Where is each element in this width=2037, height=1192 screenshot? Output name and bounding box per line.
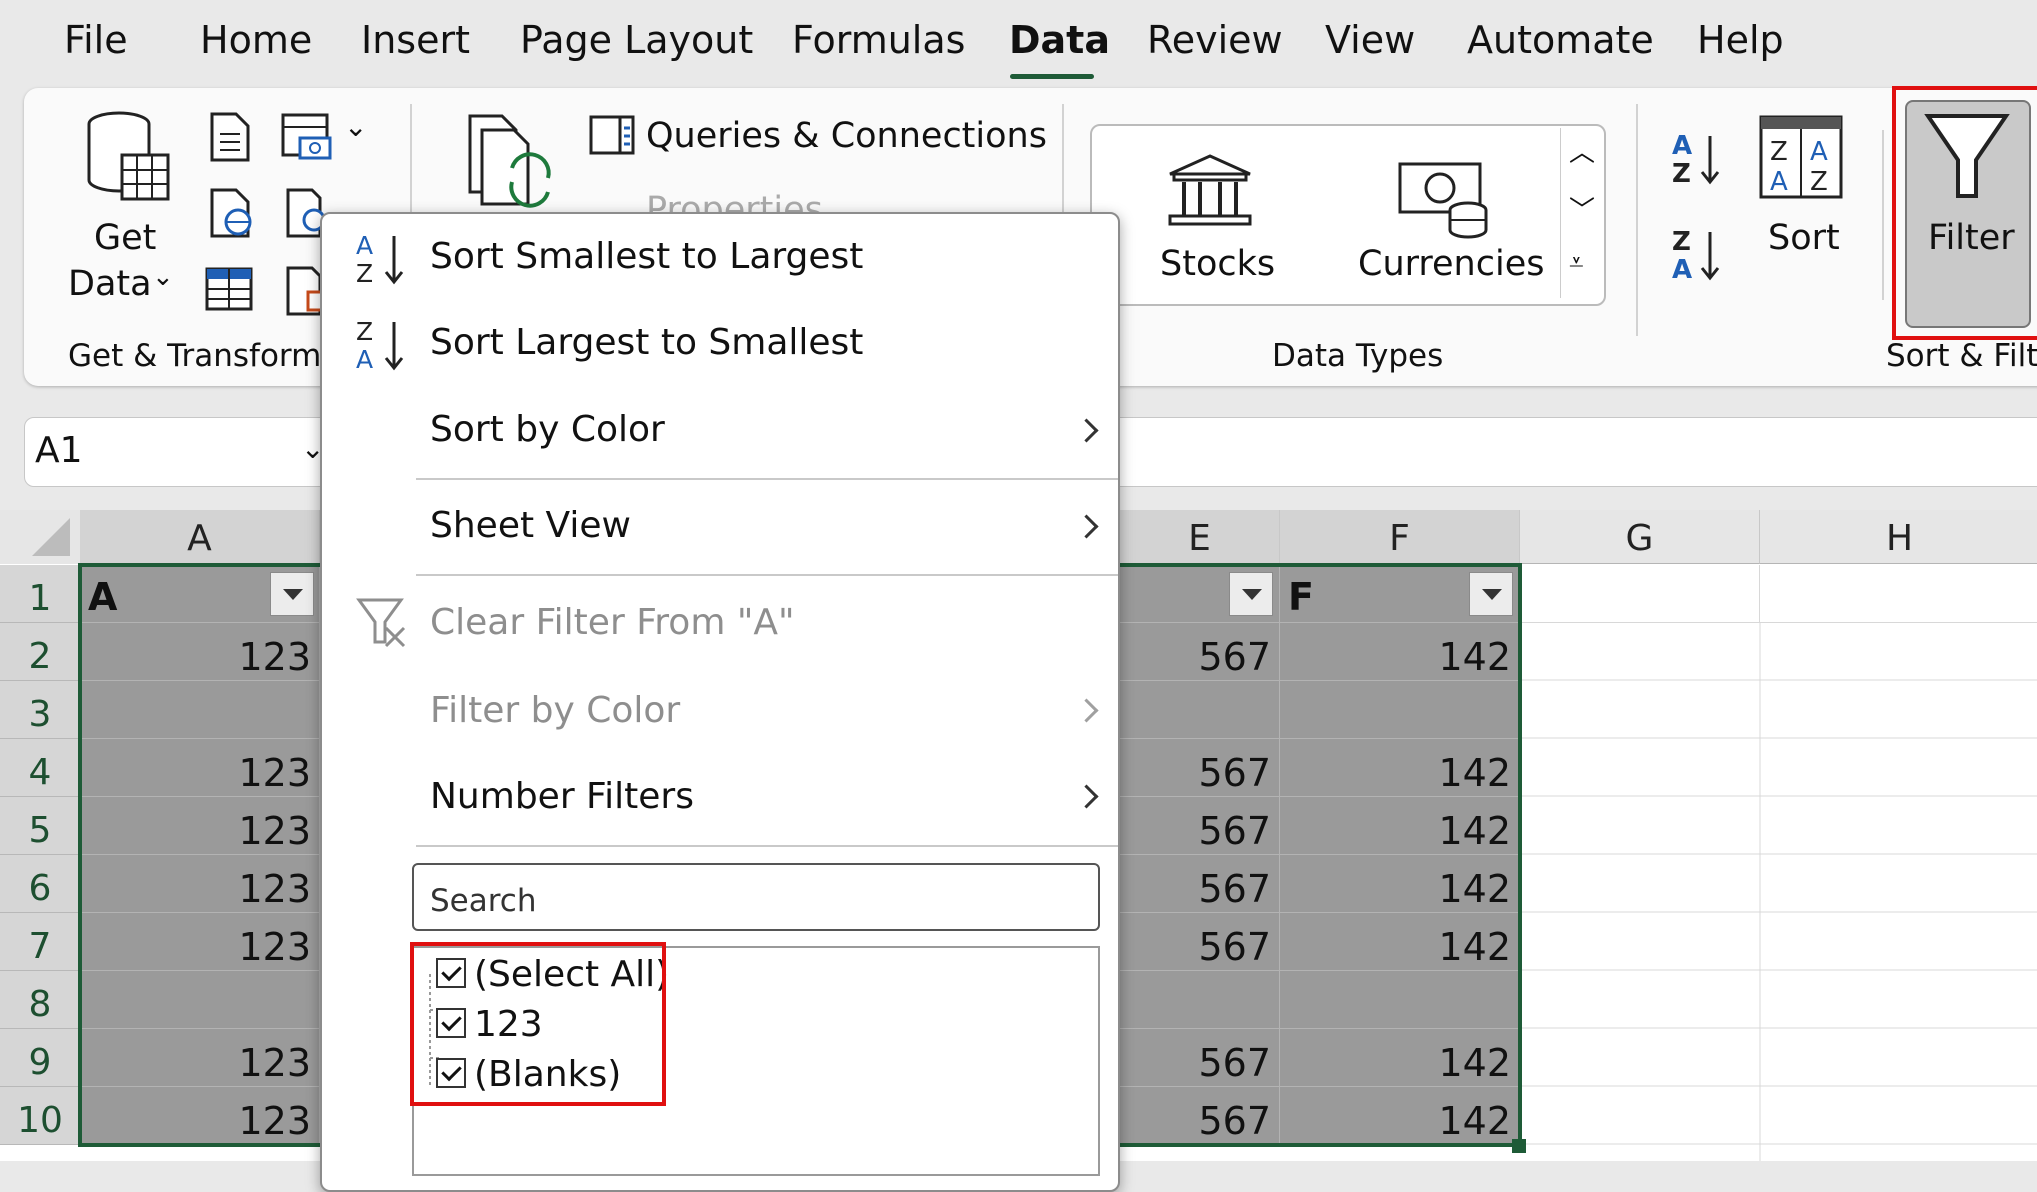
picture-chevron-icon[interactable]: ⌄	[344, 110, 367, 143]
svg-text:Z: Z	[1672, 227, 1691, 257]
clear-filter-from-a: Clear Filter From "A"	[430, 602, 795, 643]
empty-grid-lines	[1520, 623, 2037, 1161]
clear-filter-icon	[356, 598, 406, 648]
fill-handle[interactable]	[1512, 1139, 1526, 1153]
svg-text:A: A	[1770, 167, 1788, 197]
svg-text:Z: Z	[356, 259, 373, 288]
group-sort-filter: Sort & Filter	[1886, 338, 2037, 374]
column-header-h[interactable]: H	[1760, 510, 2037, 564]
tab-insert[interactable]: Insert	[361, 18, 470, 62]
svg-text:A: A	[1672, 131, 1692, 161]
row-header-2[interactable]: 2	[0, 623, 80, 681]
ribbon-separator	[1882, 130, 1884, 300]
tab-formulas[interactable]: Formulas	[792, 18, 965, 62]
tab-review[interactable]: Review	[1147, 18, 1283, 62]
sort-descending-icon: ZA	[356, 317, 404, 374]
group-data-types: Data Types	[1272, 338, 1444, 374]
stocks-button[interactable]: Stocks	[1160, 244, 1275, 284]
svg-text:A: A	[356, 345, 373, 374]
row-header-6[interactable]: 6	[0, 855, 80, 913]
sort-button[interactable]: Sort	[1768, 218, 1840, 258]
row-header-10[interactable]: 10	[0, 1087, 80, 1145]
from-text-icon[interactable]	[208, 112, 252, 162]
sort-smallest-to-largest[interactable]: Sort Smallest to Largest	[430, 236, 863, 277]
existing-connections-icon[interactable]	[284, 266, 324, 316]
formula-bar[interactable]	[1110, 417, 2037, 487]
sort-ascending-icon: AZ	[356, 231, 404, 288]
database-icon	[87, 111, 170, 201]
tab-automate[interactable]: Automate	[1467, 18, 1654, 62]
currencies-icon[interactable]	[1396, 158, 1492, 240]
tab-view[interactable]: View	[1325, 18, 1415, 62]
select-all-corner[interactable]	[0, 510, 81, 564]
svg-text:Z: Z	[356, 317, 373, 346]
gallery-more-icon[interactable]: ⩡	[1569, 248, 1584, 279]
stocks-icon[interactable]	[1166, 152, 1254, 228]
get-data-label-1[interactable]: Get	[94, 218, 156, 258]
row-header-9[interactable]: 9	[0, 1029, 80, 1087]
recent-sources-icon[interactable]	[284, 188, 324, 238]
column-header-a[interactable]: A	[80, 510, 320, 564]
search-placeholder: Search	[430, 883, 537, 919]
sort-largest-to-smallest[interactable]: Sort Largest to Smallest	[430, 322, 863, 363]
sort-by-color[interactable]: Sort by Color	[430, 409, 665, 450]
tab-page-layout[interactable]: Page Layout	[520, 18, 753, 62]
sort-dialog-icon[interactable]: ZAAZ	[1758, 114, 1844, 200]
filter-highlight-box	[1892, 86, 2037, 340]
row-header-1[interactable]: 1	[0, 565, 80, 623]
column-header-e[interactable]: E	[1120, 510, 1280, 564]
tab-data[interactable]: Data	[1009, 18, 1110, 62]
get-data-chevron-icon[interactable]: ⌄	[152, 262, 174, 292]
svg-text:Z: Z	[1810, 167, 1828, 197]
tab-help[interactable]: Help	[1697, 18, 1784, 62]
from-web-icon[interactable]	[208, 188, 256, 238]
svg-text:A: A	[1810, 137, 1828, 167]
active-tab-indicator	[1010, 74, 1094, 79]
sort-a-to-z-icon[interactable]: AZ	[1668, 130, 1724, 188]
get-data-label-2[interactable]: Data	[68, 264, 152, 304]
filter-search-input[interactable]: Search	[412, 863, 1100, 931]
menu-separator	[416, 574, 1118, 576]
from-picture-icon[interactable]	[280, 112, 336, 162]
svg-text:Z: Z	[1770, 137, 1788, 167]
cell-g1[interactable]	[1520, 565, 1760, 623]
name-box-value: A1	[35, 430, 83, 471]
row-header-7[interactable]: 7	[0, 913, 80, 971]
name-box[interactable]: A1 ⌄	[24, 417, 331, 487]
queries-connections-icon[interactable]	[588, 114, 636, 156]
menu-separator	[416, 478, 1118, 480]
svg-text:A: A	[1672, 255, 1692, 284]
menu-separator	[416, 845, 1118, 847]
from-table-icon[interactable]	[204, 266, 254, 312]
column-header-g[interactable]: G	[1520, 510, 1760, 564]
sheet-view[interactable]: Sheet View	[430, 505, 631, 546]
ribbon-separator	[1636, 104, 1638, 336]
checklist-highlight-box	[410, 942, 666, 1106]
filter-by-color: Filter by Color	[430, 690, 681, 731]
number-filters[interactable]: Number Filters	[430, 776, 694, 817]
svg-text:A: A	[356, 231, 373, 260]
gallery-down-icon[interactable]: ﹀	[1569, 190, 1595, 227]
refresh-all-icon[interactable]	[466, 112, 556, 212]
queries-connections-button[interactable]: Queries & Connections	[646, 116, 1047, 156]
row-header-8[interactable]: 8	[0, 971, 80, 1029]
sort-z-to-a-icon[interactable]: ZA	[1668, 226, 1724, 284]
cell-h1[interactable]	[1760, 565, 2037, 623]
gallery-up-icon[interactable]: ︿	[1569, 132, 1595, 169]
row-header-3[interactable]: 3	[0, 681, 80, 739]
tab-file[interactable]: File	[64, 18, 128, 62]
row-header-5[interactable]: 5	[0, 797, 80, 855]
gallery-scroll: ︿ ﹀ ⩡	[1560, 128, 1601, 298]
svg-text:Z: Z	[1672, 159, 1691, 188]
row-header-4[interactable]: 4	[0, 739, 80, 797]
tab-home[interactable]: Home	[200, 18, 312, 62]
column-header-f[interactable]: F	[1280, 510, 1520, 564]
currencies-button[interactable]: Currencies	[1358, 244, 1544, 284]
